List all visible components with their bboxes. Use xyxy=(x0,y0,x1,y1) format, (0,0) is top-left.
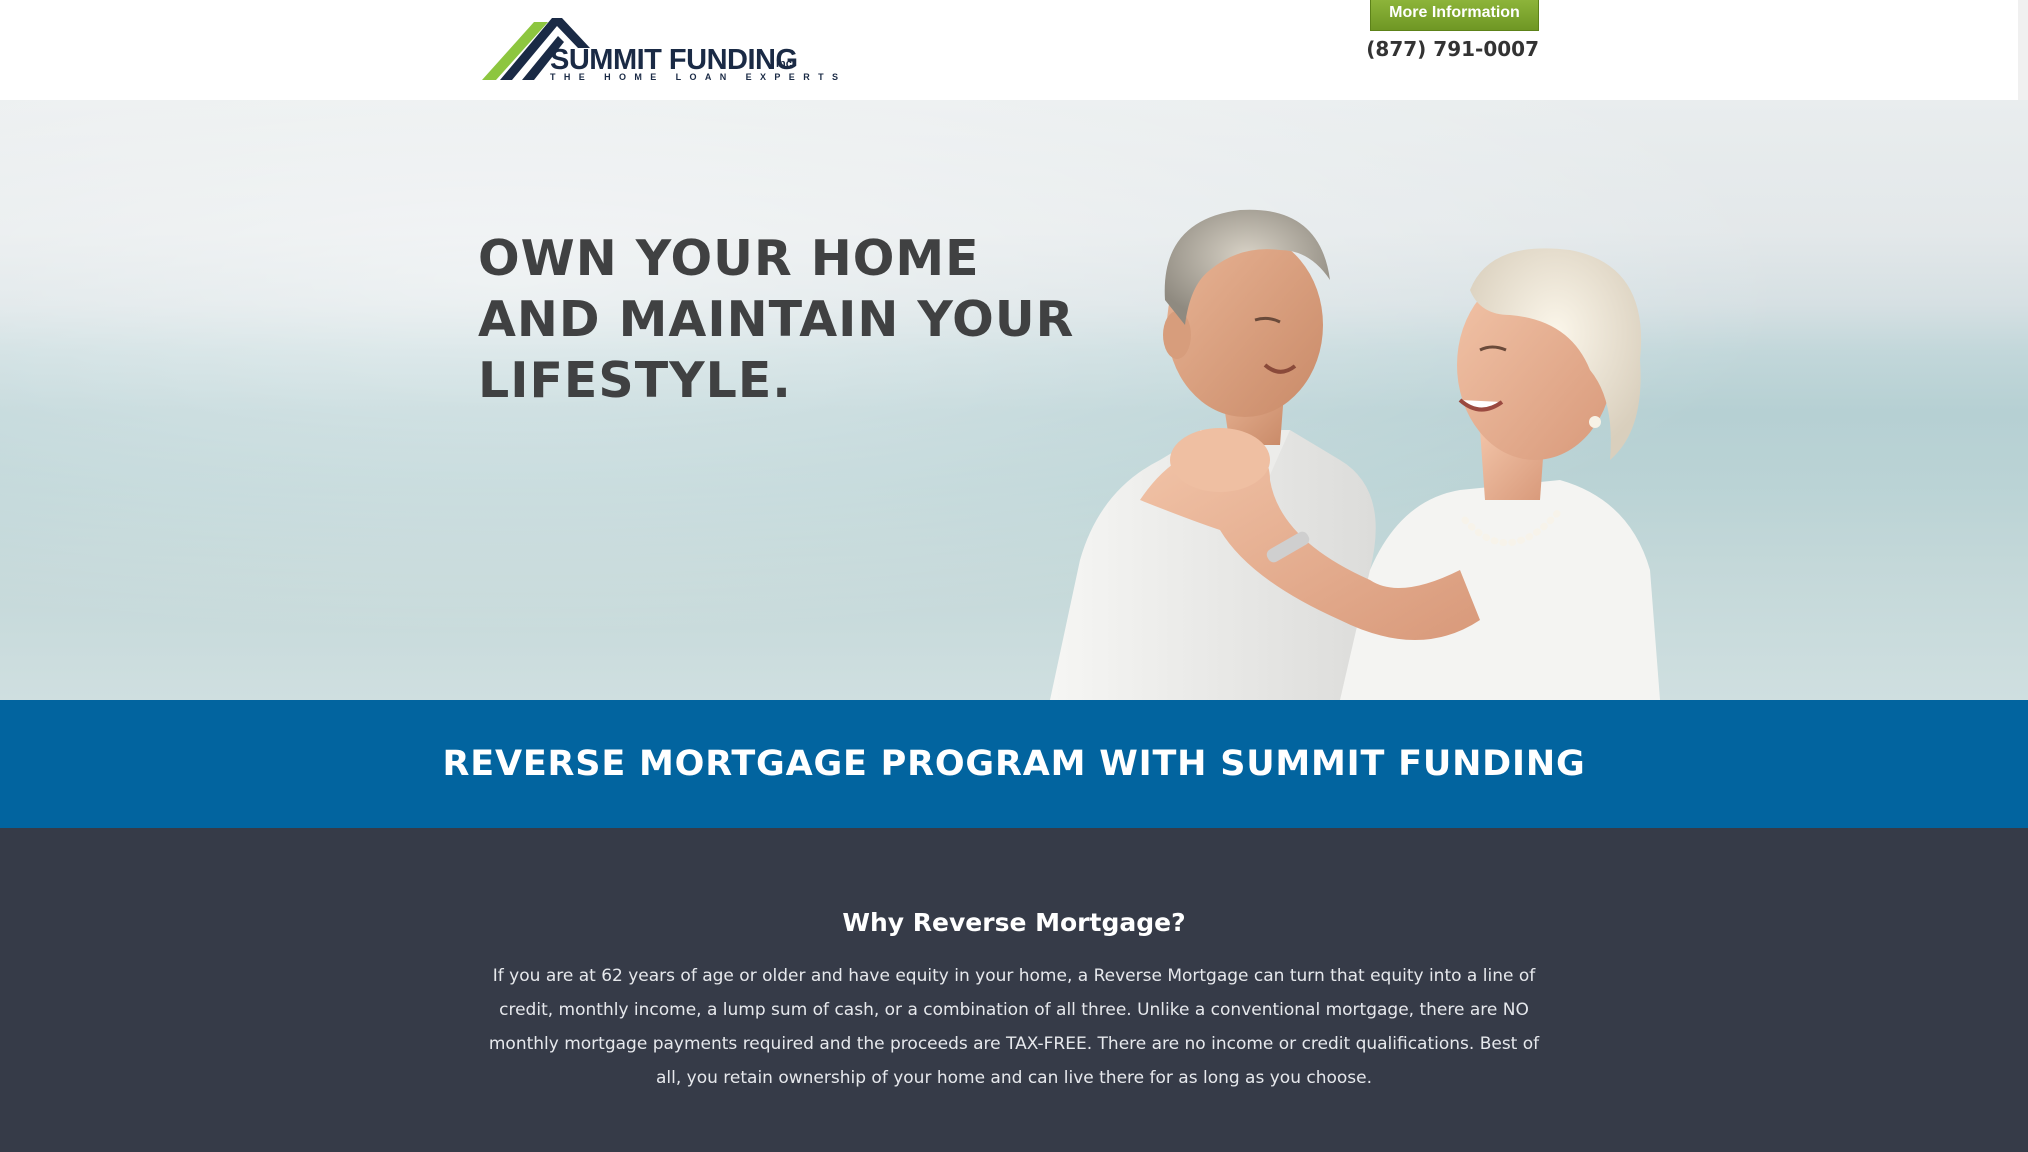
banner-title: REVERSE MORTGAGE PROGRAM WITH SUMMIT FUN… xyxy=(442,744,1586,784)
summit-funding-logo[interactable]: SUMMIT FUNDING Inc. THE HOME LOAN EXPERT… xyxy=(482,14,838,84)
hero-headline: OWN YOUR HOME AND MAINTAIN YOUR LIFESTYL… xyxy=(478,228,1074,411)
logo-inc: Inc. xyxy=(776,58,795,70)
section-body-text: If you are at 62 years of age or older a… xyxy=(488,966,1540,1088)
logo-tagline: THE HOME LOAN EXPERTS xyxy=(550,72,847,82)
phone-number[interactable]: (877) 791-0007 xyxy=(1330,37,1539,61)
site-header: SUMMIT FUNDING Inc. THE HOME LOAN EXPERT… xyxy=(0,0,2028,100)
senior-couple-photo xyxy=(1050,209,1660,700)
more-information-button[interactable]: More Information xyxy=(1370,0,1539,31)
hero-section: OWN YOUR HOME AND MAINTAIN YOUR LIFESTYL… xyxy=(0,100,2028,700)
program-banner: REVERSE MORTGAGE PROGRAM WITH SUMMIT FUN… xyxy=(0,700,2028,828)
hero-headline-line-1: OWN YOUR HOME xyxy=(478,230,980,287)
why-reverse-mortgage-section: Why Reverse Mortgage? If you are at 62 y… xyxy=(0,828,2028,1152)
scrollbar[interactable] xyxy=(2018,0,2028,100)
hero-headline-line-2: AND MAINTAIN YOUR xyxy=(478,291,1075,348)
section-heading: Why Reverse Mortgage? xyxy=(842,908,1186,937)
hero-headline-line-3: LIFESTYLE. xyxy=(478,352,792,409)
